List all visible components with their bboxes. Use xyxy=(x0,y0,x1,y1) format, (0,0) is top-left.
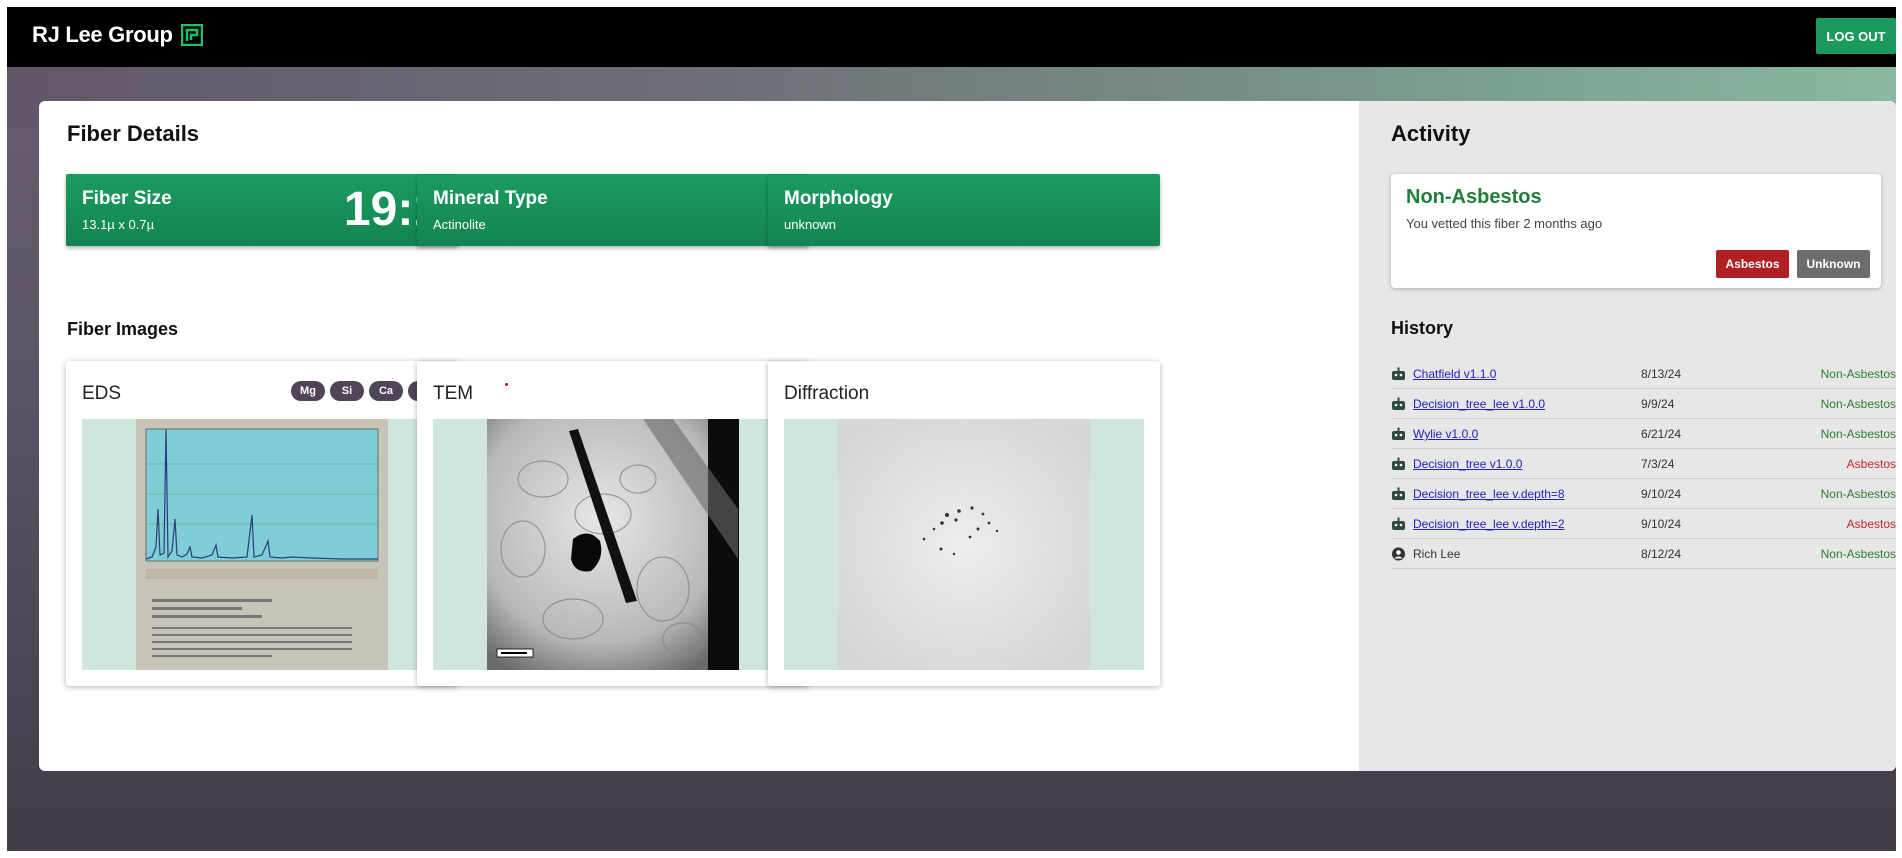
brand-name: RJ Lee Group xyxy=(32,22,173,47)
fiber-size-label: Fiber Size xyxy=(82,188,172,209)
history-row: Decision_tree v1.0.0 7/3/24 Asbestos xyxy=(1391,449,1896,479)
diffraction-pattern xyxy=(838,419,1090,670)
history-source-link[interactable]: Chatfield v1.1.0 xyxy=(1413,367,1496,381)
asbestos-button[interactable]: Asbestos xyxy=(1716,250,1789,278)
history-source-link[interactable]: Decision_tree_lee v1.0.0 xyxy=(1413,397,1545,411)
history-row: Chatfield v1.1.0 8/13/24 Non-Asbestos xyxy=(1391,359,1896,389)
history-source-link[interactable]: Wylie v1.0.0 xyxy=(1413,427,1478,441)
history-source-link[interactable]: Decision_tree_lee v.depth=2 xyxy=(1413,517,1565,531)
unknown-button[interactable]: Unknown xyxy=(1797,250,1870,278)
eds-card[interactable]: EDS Mg Si Ca Fe xyxy=(66,361,458,686)
user-icon xyxy=(1392,547,1405,561)
history-date: 9/10/24 xyxy=(1641,487,1682,501)
tem-micrograph xyxy=(487,419,739,670)
robot-icon xyxy=(1392,487,1405,500)
logo-icon xyxy=(180,24,203,46)
history-source-link[interactable]: Decision_tree_lee v.depth=8 xyxy=(1413,487,1565,501)
history-result: Non-Asbestos xyxy=(1820,397,1896,411)
history-row: Decision_tree_lee v1.0.0 9/9/24 Non-Asbe… xyxy=(1391,389,1896,419)
activity-pane: Activity Non-Asbestos You vetted this fi… xyxy=(1359,101,1896,771)
chip-si[interactable]: Si xyxy=(330,381,364,401)
eds-title: EDS xyxy=(82,383,122,404)
history-date: 8/13/24 xyxy=(1641,367,1682,381)
fiber-details-title: Fiber Details xyxy=(67,121,200,146)
app-window: RJ Lee Group LOG OUT Fiber Details Fiber… xyxy=(7,7,1896,851)
diffraction-card[interactable]: Diffraction xyxy=(768,361,1160,686)
robot-icon xyxy=(1392,367,1405,380)
fiber-images-title: Fiber Images xyxy=(67,319,179,339)
history-user-name: Rich Lee xyxy=(1413,547,1461,561)
history-row: Decision_tree_lee v.depth=8 9/10/24 Non-… xyxy=(1391,479,1896,509)
history-date: 6/21/24 xyxy=(1641,427,1682,441)
history-result: Asbestos xyxy=(1846,517,1896,531)
history-result: Asbestos xyxy=(1846,457,1896,471)
chip-mg[interactable]: Mg xyxy=(291,381,325,401)
history-date: 8/12/24 xyxy=(1641,547,1682,561)
top-bar: RJ Lee Group LOG OUT xyxy=(7,7,1896,67)
vetted-note: You vetted this fiber 2 months ago xyxy=(1406,216,1603,231)
robot-icon xyxy=(1392,427,1405,440)
fiber-size-value: 13.1µ x 0.7µ xyxy=(82,217,155,232)
tem-title: TEM xyxy=(433,383,474,404)
history-row: Rich Lee 8/12/24 Non-Asbestos xyxy=(1391,539,1896,569)
fiber-size-card: Fiber Size 13.1µ x 0.7µ 19:1 xyxy=(66,174,458,246)
history-result: Non-Asbestos xyxy=(1820,427,1896,441)
history-row: Decision_tree_lee v.depth=2 9/10/24 Asbe… xyxy=(1391,509,1896,539)
mineral-type-card: Mineral Type Actinolite xyxy=(417,174,809,246)
morphology-value: unknown xyxy=(784,217,837,232)
red-dot-marker xyxy=(505,383,508,386)
mineral-type-value: Actinolite xyxy=(433,217,486,232)
fiber-panel: Fiber Details Fiber Size 13.1µ x 0.7µ 19… xyxy=(39,101,1896,771)
tem-image[interactable] xyxy=(433,419,793,670)
diffraction-title: Diffraction xyxy=(784,383,870,404)
history-date: 9/9/24 xyxy=(1641,397,1675,411)
vetted-status: Non-Asbestos xyxy=(1406,186,1542,208)
robot-icon xyxy=(1392,397,1405,410)
history-date: 7/3/24 xyxy=(1641,457,1675,471)
eds-spectrum-image xyxy=(136,419,388,670)
mineral-type-label: Mineral Type xyxy=(433,188,548,209)
history-title: History xyxy=(1391,318,1454,338)
robot-icon xyxy=(1392,457,1405,470)
activity-title: Activity xyxy=(1391,121,1471,146)
tem-card[interactable]: TEM xyxy=(417,361,809,686)
history-date: 9/10/24 xyxy=(1641,517,1682,531)
history-result: Non-Asbestos xyxy=(1820,547,1896,561)
robot-icon xyxy=(1392,517,1405,530)
history-source-link[interactable]: Decision_tree v1.0.0 xyxy=(1413,457,1522,471)
diffraction-image[interactable] xyxy=(784,419,1144,670)
activity-card: Non-Asbestos You vetted this fiber 2 mon… xyxy=(1391,174,1881,288)
brand[interactable]: RJ Lee Group xyxy=(32,22,203,48)
morphology-label: Morphology xyxy=(784,188,893,209)
history-table: Chatfield v1.1.0 8/13/24 Non-Asbestos De… xyxy=(1391,359,1896,569)
history-row: Wylie v1.0.0 6/21/24 Non-Asbestos xyxy=(1391,419,1896,449)
history-result: Non-Asbestos xyxy=(1820,487,1896,501)
history-result: Non-Asbestos xyxy=(1820,367,1896,381)
logout-button[interactable]: LOG OUT xyxy=(1816,18,1896,54)
morphology-card: Morphology unknown xyxy=(768,174,1160,246)
chip-ca[interactable]: Ca xyxy=(369,381,403,401)
eds-image[interactable] xyxy=(82,419,442,670)
fiber-details-pane: Fiber Details Fiber Size 13.1µ x 0.7µ 19… xyxy=(39,101,1359,771)
